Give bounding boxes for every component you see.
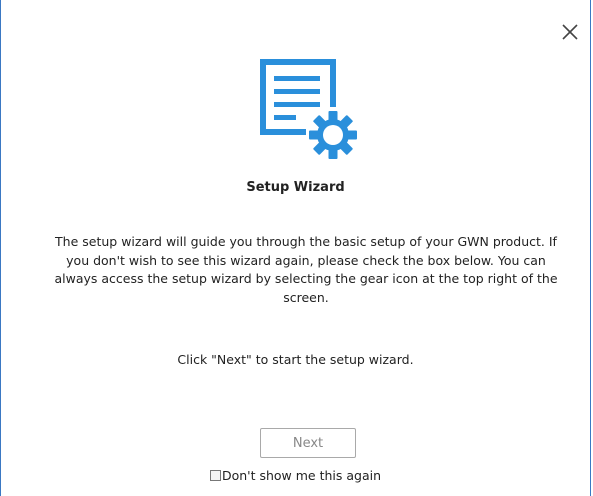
close-button[interactable] — [560, 22, 580, 42]
dont-show-again-row: Don't show me this again — [1, 468, 590, 483]
setup-wizard-dialog: Setup Wizard The setup wizard will guide… — [0, 0, 591, 496]
setup-document-gear-icon — [258, 59, 358, 163]
dont-show-again-checkbox[interactable] — [209, 470, 221, 481]
wizard-description: The setup wizard will guide you through … — [54, 234, 558, 305]
close-icon — [562, 24, 578, 40]
wizard-instruction: Click "Next" to start the setup wizard. — [177, 352, 414, 367]
next-button[interactable]: Next — [260, 428, 356, 458]
dialog-title: Setup Wizard — [246, 180, 345, 195]
dont-show-again-label[interactable]: Don't show me this again — [222, 468, 381, 483]
